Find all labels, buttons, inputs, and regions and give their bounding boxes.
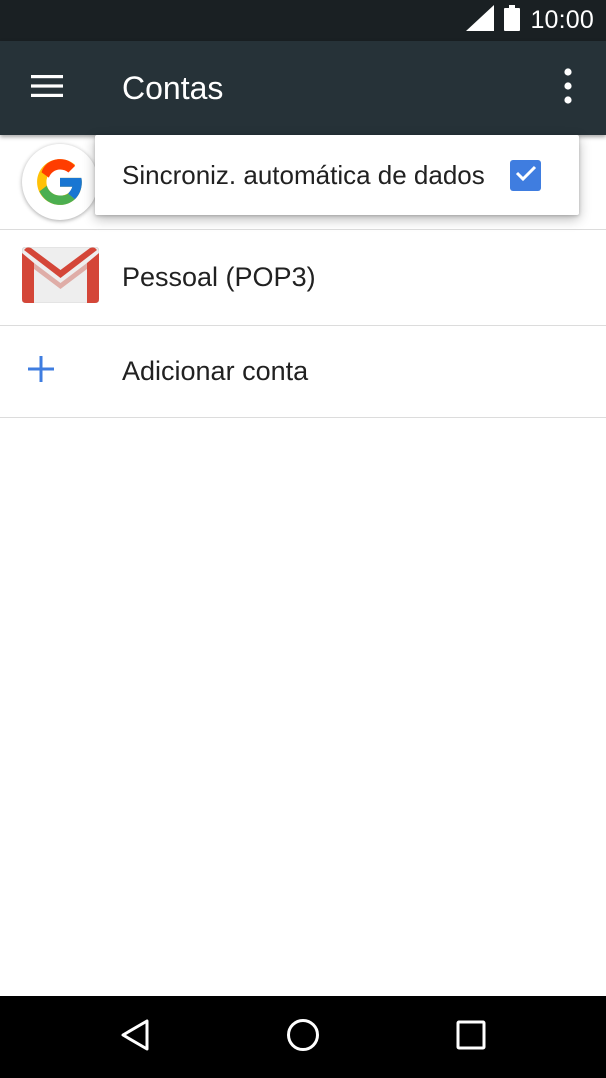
add-account-row[interactable]: Adicionar conta (0, 326, 606, 418)
page-title: Contas (122, 69, 224, 106)
google-icon (22, 144, 98, 220)
gmail-icon (21, 246, 100, 308)
battery-icon (504, 5, 521, 36)
checkmark-icon (515, 164, 537, 187)
status-time: 10:00 (530, 6, 594, 34)
home-button[interactable] (278, 1012, 328, 1062)
auto-sync-label[interactable]: Sincroniz. automática de dados (122, 135, 485, 215)
menu-icon (31, 74, 63, 102)
gmail-icon-wrap (21, 230, 100, 325)
recents-icon (456, 1020, 486, 1055)
google-account-icon-wrap (22, 135, 98, 229)
overflow-menu-button[interactable] (550, 63, 586, 113)
recents-button[interactable] (446, 1012, 496, 1062)
signal-icon (466, 5, 495, 36)
status-bar: 10:00 (0, 0, 606, 41)
add-account-label: Adicionar conta (122, 356, 309, 386)
navigation-bar (0, 996, 606, 1078)
status-icons: 10:00 (466, 0, 594, 41)
auto-sync-checkbox[interactable] (510, 160, 541, 191)
plus-icon-wrap (28, 326, 54, 417)
overflow-popup-menu: Sincroniz. automática de dados (95, 135, 579, 215)
app-bar: Contas (0, 41, 606, 135)
plus-icon (28, 356, 54, 387)
back-button[interactable] (110, 1012, 160, 1062)
account-label-pop3: Pessoal (POP3) (122, 262, 316, 292)
home-icon (286, 1018, 320, 1057)
back-icon (120, 1019, 150, 1056)
account-row-pop3[interactable]: Pessoal (POP3) (0, 230, 606, 326)
menu-button[interactable] (22, 65, 72, 111)
overflow-icon (564, 67, 572, 109)
